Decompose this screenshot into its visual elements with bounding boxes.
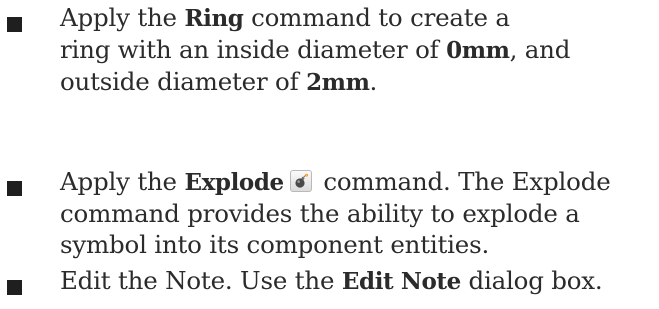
bold-value-inside-diameter: 0mm — [446, 37, 510, 64]
square-bullet-icon — [7, 181, 22, 196]
text-line: ring with an inside diameter of 0mm, and — [60, 34, 655, 66]
text-segment: symbol into its component entities. — [60, 230, 490, 259]
text-segment: command provides the ability to explode … — [60, 199, 580, 228]
text-line: command provides the ability to explode … — [60, 198, 655, 229]
text-line: Apply the Ring command to create a — [60, 2, 655, 34]
bold-term-explode: Explode — [184, 169, 284, 196]
bullet-text: Edit the Note. Use the Edit Note dialog … — [60, 265, 655, 297]
bullet-text: Apply the Explode command. The Explode c… — [60, 166, 655, 260]
text-segment: Edit the Note. Use the — [60, 266, 342, 295]
text-segment: . — [369, 67, 378, 96]
document-page: Apply the Ring command to create a ring … — [0, 0, 659, 309]
text-line: symbol into its component entities. — [60, 229, 655, 260]
text-segment: ring with an inside diameter of — [60, 35, 447, 64]
bold-value-outside-diameter: 2mm — [306, 69, 370, 96]
text-segment: command to create a — [243, 3, 510, 32]
text-segment: outside diameter of — [60, 67, 307, 96]
text-segment: Apply the — [60, 3, 185, 32]
bullet-text: Apply the Ring command to create a ring … — [60, 2, 655, 98]
text-segment: command. The Explode — [315, 167, 611, 196]
text-segment: , and — [509, 35, 571, 64]
explode-bomb-icon — [289, 170, 312, 192]
text-line: Apply the Explode command. The Explode — [60, 166, 655, 198]
text-segment: Apply the — [60, 167, 185, 196]
bold-term-ring: Ring — [184, 5, 244, 32]
square-bullet-icon — [7, 280, 22, 295]
text-line: Edit the Note. Use the Edit Note dialog … — [60, 265, 655, 297]
text-segment: dialog box. — [460, 266, 603, 295]
text-line: outside diameter of 2mm. — [60, 66, 655, 98]
square-bullet-icon — [7, 17, 22, 32]
bold-term-edit-note: Edit Note — [341, 268, 461, 295]
